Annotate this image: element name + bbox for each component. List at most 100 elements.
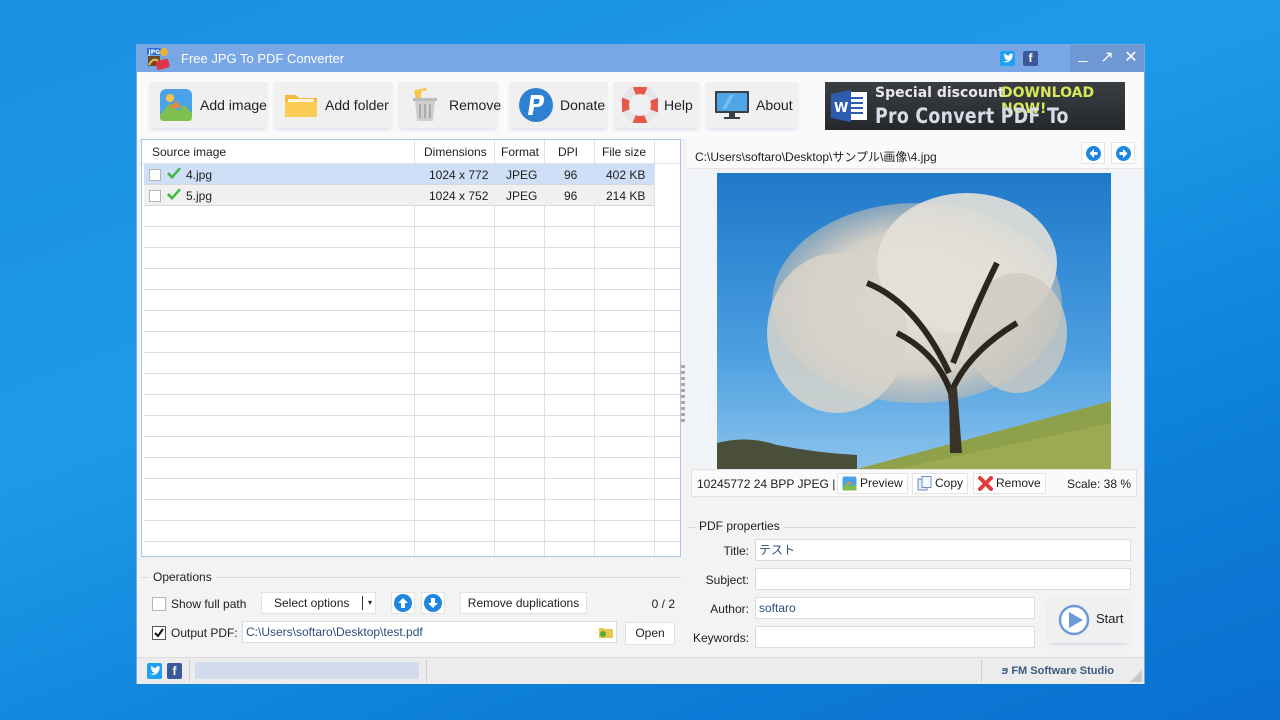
- grid-line: [144, 457, 680, 458]
- status-bar: f ϧ FM Software Studio: [137, 657, 1144, 684]
- splitter-handle[interactable]: [681, 365, 685, 425]
- show-full-path-checkbox[interactable]: [152, 597, 166, 611]
- remove-duplications-button[interactable]: Remove duplications: [460, 592, 587, 614]
- toolbar: Add image Add folder Remove Donate Help …: [137, 72, 1144, 139]
- dropdown-separator: [362, 596, 363, 610]
- preview-icon: [842, 476, 857, 491]
- title-bar[interactable]: JPG Free JPG To PDF Converter f _ ↗ ✕: [137, 45, 1144, 72]
- col-dpi[interactable]: DPI: [558, 145, 578, 159]
- operations-label: Operations: [149, 570, 216, 584]
- resize-grip[interactable]: [1130, 670, 1142, 682]
- col-source-image[interactable]: Source image: [152, 145, 226, 159]
- status-divider: [426, 660, 427, 682]
- table-row[interactable]: 5.jpg 1024 x 752 JPEG 96 214 KB: [144, 185, 654, 206]
- grid-line: [144, 436, 680, 437]
- app-logo-icon: JPG: [145, 47, 171, 71]
- grid-line: [144, 352, 680, 353]
- col-file-size[interactable]: File size: [602, 145, 646, 159]
- title-input[interactable]: テスト: [755, 539, 1131, 561]
- studio-link[interactable]: ϧ FM Software Studio: [1002, 665, 1114, 677]
- file-dimensions: 1024 x 772: [429, 168, 489, 182]
- output-pdf-label: Output PDF:: [171, 626, 238, 640]
- image-preview[interactable]: [717, 173, 1111, 469]
- file-size: 402 KB: [606, 168, 646, 182]
- grid-line: [144, 331, 680, 332]
- col-format[interactable]: Format: [501, 145, 539, 159]
- monitor-icon: [714, 87, 750, 123]
- remove-image-button[interactable]: Remove: [973, 473, 1046, 494]
- add-image-button[interactable]: Add image: [149, 82, 268, 128]
- row-checkbox[interactable]: [149, 169, 161, 181]
- grid-line: [144, 373, 680, 374]
- promo-banner[interactable]: W Special discount DOWNLOAD NOW! Pro Con…: [825, 82, 1125, 130]
- add-folder-button[interactable]: Add folder: [274, 82, 393, 128]
- facebook-icon[interactable]: f: [1023, 51, 1038, 66]
- copy-label: Copy: [935, 476, 964, 490]
- add-image-icon: [158, 87, 194, 123]
- subject-input[interactable]: [755, 568, 1131, 590]
- table-row[interactable]: 4.jpg 1024 x 772 JPEG 96 402 KB: [144, 164, 654, 185]
- preview-label: Preview: [860, 476, 903, 490]
- author-input[interactable]: softaro: [755, 597, 1035, 619]
- banner-line1: Special discount: [875, 85, 1005, 101]
- arrow-left-icon: [1086, 146, 1101, 161]
- open-button[interactable]: Open: [625, 622, 675, 645]
- facebook-icon[interactable]: f: [167, 663, 182, 679]
- remove-button[interactable]: Remove: [398, 82, 501, 128]
- window-title: Free JPG To PDF Converter: [181, 51, 345, 66]
- pdf-properties-group: PDF properties Title: テスト Subject: Autho…: [687, 515, 1142, 655]
- file-size: 214 KB: [606, 189, 646, 203]
- start-label: Start: [1096, 611, 1124, 626]
- donate-button[interactable]: Donate: [509, 82, 608, 128]
- previous-image-button[interactable]: [1081, 142, 1105, 164]
- twitter-icon[interactable]: [1000, 51, 1015, 66]
- select-options-dropdown[interactable]: Select options ▾: [261, 592, 376, 614]
- next-image-button[interactable]: [1111, 142, 1135, 164]
- col-dimensions[interactable]: Dimensions: [424, 145, 487, 159]
- file-format: JPEG: [506, 189, 538, 203]
- trash-icon: [407, 87, 443, 123]
- minimize-button[interactable]: _: [1072, 45, 1094, 65]
- app-window: JPG Free JPG To PDF Converter f _ ↗ ✕ Ad…: [136, 44, 1145, 684]
- browse-folder-icon[interactable]: [598, 624, 614, 646]
- file-name: 5.jpg: [186, 189, 213, 203]
- grid-line: [144, 541, 680, 542]
- copy-button[interactable]: Copy: [912, 473, 969, 494]
- maximize-button[interactable]: ↗: [1096, 48, 1118, 68]
- preview-button[interactable]: Preview: [837, 473, 908, 494]
- window-controls: _ ↗ ✕: [1070, 45, 1144, 72]
- close-button[interactable]: ✕: [1120, 48, 1142, 68]
- paypal-icon: [518, 87, 554, 123]
- about-button[interactable]: About: [705, 82, 799, 128]
- twitter-icon[interactable]: [147, 663, 162, 679]
- output-pdf-path-input[interactable]: C:\Users\softaro\Desktop\test.pdf: [242, 621, 617, 643]
- remove-image-label: Remove: [996, 476, 1041, 490]
- row-checkbox[interactable]: [149, 190, 161, 202]
- select-options-label: Select options: [274, 596, 350, 610]
- grid-line: [144, 499, 680, 500]
- grid-line: [144, 415, 680, 416]
- start-button[interactable]: Start: [1048, 597, 1130, 643]
- author-label: Author:: [710, 602, 749, 616]
- subject-label: Subject:: [705, 573, 749, 587]
- file-format: JPEG: [506, 168, 538, 182]
- file-list[interactable]: Source image Dimensions Format DPI File …: [141, 139, 681, 557]
- move-up-button[interactable]: [391, 592, 415, 614]
- keywords-input[interactable]: [755, 626, 1035, 648]
- folder-icon: [283, 87, 319, 123]
- help-button[interactable]: Help: [613, 82, 700, 128]
- preview-path: C:\Users\softaro\Desktop\サンプル\画像\4.jpg: [695, 150, 937, 164]
- keywords-label: Keywords:: [693, 631, 750, 645]
- preview-path-bar: C:\Users\softaro\Desktop\サンプル\画像\4.jpg: [687, 139, 1142, 169]
- pdf-properties-label: PDF properties: [695, 519, 784, 533]
- svg-text:W: W: [834, 101, 848, 116]
- svg-text:JPG: JPG: [148, 49, 161, 56]
- output-pdf-checkbox[interactable]: [152, 626, 166, 640]
- grid-line: [144, 478, 680, 479]
- file-name: 4.jpg: [186, 168, 213, 182]
- group-divider: [141, 577, 681, 578]
- preview-panel: C:\Users\softaro\Desktop\サンプル\画像\4.jpg 1…: [687, 139, 1142, 557]
- move-down-button[interactable]: [421, 592, 445, 614]
- author-value: softaro: [759, 601, 796, 615]
- file-dimensions: 1024 x 752: [429, 189, 489, 203]
